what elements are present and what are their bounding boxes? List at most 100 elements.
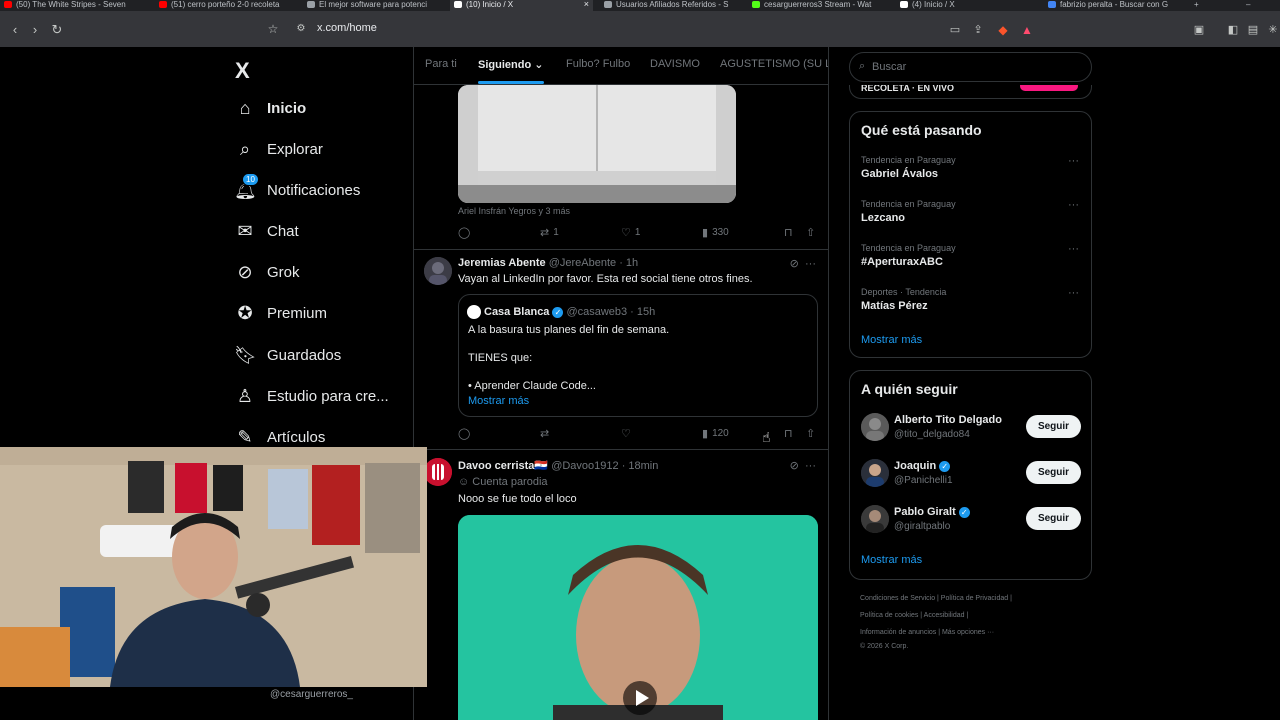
- play-button[interactable]: [623, 681, 657, 715]
- sidebar-icon[interactable]: ◧: [1226, 23, 1240, 37]
- share-icon[interactable]: ⇪: [971, 23, 985, 37]
- share-button[interactable]: ⇧: [806, 427, 815, 440]
- avatar[interactable]: [424, 257, 452, 285]
- nav-item-notificaciones[interactable]: 🔔︎ 10 Notificaciones: [234, 173, 360, 205]
- footer-links[interactable]: Información de anuncios | Más opciones ·…: [860, 629, 994, 636]
- follow-name[interactable]: Alberto Tito Delgado: [894, 414, 1002, 426]
- address-bar[interactable]: ☆ ⚙ x.com/home: [262, 15, 1262, 43]
- browser-tab[interactable]: (4) Inicio / X: [896, 0, 1036, 11]
- browser-tab[interactable]: (51) cerro porteño 2-0 recoleta: [155, 0, 295, 11]
- avatar[interactable]: [861, 459, 889, 487]
- follow-name[interactable]: Joaquin ✓: [894, 460, 951, 472]
- tab-list[interactable]: Fulbo? Fulbo: [566, 58, 630, 70]
- wallet-icon[interactable]: ▤: [1246, 23, 1260, 37]
- trends-show-more[interactable]: Mostrar más: [861, 334, 922, 346]
- follow-handle[interactable]: @Panichelli1: [894, 475, 953, 486]
- back-icon[interactable]: ‹: [8, 23, 22, 37]
- cast-icon[interactable]: ▭: [948, 23, 962, 37]
- extensions-icon[interactable]: ▣: [1192, 23, 1206, 37]
- nav-item-explorar[interactable]: ⌕ Explorar: [234, 134, 323, 164]
- nav-item-guardados[interactable]: 🔖︎ Guardados: [234, 340, 341, 370]
- grok-icon[interactable]: ⊘: [790, 258, 799, 270]
- search-input[interactable]: [872, 59, 1072, 75]
- bookmark-star-icon[interactable]: ☆: [266, 22, 280, 36]
- browser-tab[interactable]: cesarguerreros3 Stream - Wat: [748, 0, 888, 11]
- tab-list[interactable]: DAVISMO: [650, 58, 700, 70]
- follow-name[interactable]: Pablo Giralt ✓: [894, 506, 970, 518]
- author-name[interactable]: Jeremias Abente: [458, 257, 546, 269]
- brave-shield-icon[interactable]: ◆: [996, 23, 1010, 37]
- tweet-image[interactable]: [458, 85, 736, 203]
- show-more-link[interactable]: Mostrar más: [468, 395, 529, 407]
- tweet-time[interactable]: · 18min: [622, 460, 659, 472]
- search-box[interactable]: ⌕: [849, 52, 1092, 82]
- nav-item-grok[interactable]: ⊘ Grok: [234, 257, 299, 287]
- trend-name[interactable]: Gabriel Ávalos: [861, 168, 938, 180]
- tab-siguiendo[interactable]: Siguiendo ⌄: [478, 58, 543, 71]
- more-icon[interactable]: ···: [805, 258, 816, 270]
- more-icon[interactable]: ···: [1068, 243, 1079, 255]
- browser-tab-active[interactable]: (10) Inicio / X ×: [450, 0, 593, 11]
- reload-icon[interactable]: ↻: [50, 23, 64, 37]
- follow-handle[interactable]: @giraltpablo: [894, 521, 950, 532]
- follow-handle[interactable]: @tito_delgado84: [894, 429, 970, 440]
- author-name[interactable]: Davoo cerrista🇵🇾: [458, 460, 548, 472]
- tweet-video[interactable]: [458, 515, 818, 720]
- author-handle[interactable]: @JereAbente: [549, 257, 616, 269]
- like-button[interactable]: ♡ 1: [621, 226, 640, 239]
- live-event-card[interactable]: RECOLETA · EN VIVO: [849, 85, 1092, 99]
- close-tab-icon[interactable]: ×: [584, 0, 589, 9]
- author-handle[interactable]: @Davoo1912: [551, 460, 618, 472]
- minimize-button[interactable]: –: [1244, 0, 1258, 11]
- grok-icon[interactable]: ⊘: [790, 460, 799, 472]
- footer-links[interactable]: Condiciones de Servicio | Política de Pr…: [860, 595, 1012, 602]
- like-button[interactable]: ♡: [621, 427, 631, 440]
- follow-show-more[interactable]: Mostrar más: [861, 554, 922, 566]
- footer-links[interactable]: Política de cookies | Accesibilidad |: [860, 612, 968, 619]
- retweet-button[interactable]: ⇄ 1: [540, 226, 559, 239]
- retweet-icon: ⇄: [540, 227, 550, 239]
- forward-icon[interactable]: ›: [28, 23, 42, 37]
- new-tab-button[interactable]: +: [1190, 0, 1210, 11]
- nav-item-estudio[interactable]: ♙ Estudio para cre...: [234, 381, 389, 411]
- tab-para-ti[interactable]: Para ti: [425, 58, 457, 70]
- more-icon[interactable]: ···: [1068, 199, 1079, 211]
- nav-item-inicio[interactable]: ⌂ Inicio: [234, 93, 307, 123]
- nav-item-chat[interactable]: ✉ Chat: [234, 216, 298, 246]
- leo-icon[interactable]: ✳: [1266, 23, 1280, 37]
- tagged-users[interactable]: Ariel Insfrán Yegros y 3 más: [458, 206, 570, 216]
- brave-rewards-icon[interactable]: ▲: [1020, 23, 1034, 37]
- trend-name[interactable]: Lezcano: [861, 212, 905, 224]
- more-icon[interactable]: ···: [1068, 155, 1079, 167]
- reply-button[interactable]: ◯: [458, 226, 470, 239]
- bookmark-button[interactable]: ⊓: [784, 427, 793, 440]
- views-button[interactable]: ▮ 120: [702, 427, 729, 440]
- avatar[interactable]: [861, 413, 889, 441]
- site-info-icon[interactable]: ⚙: [294, 22, 308, 36]
- streamer-handle: @cesarguerreros_: [270, 689, 353, 700]
- more-icon[interactable]: ···: [1068, 287, 1079, 299]
- follow-button[interactable]: Seguir: [1026, 461, 1081, 484]
- views-button[interactable]: ▮ 330: [702, 226, 729, 239]
- nav-item-premium[interactable]: ✪ Premium: [234, 298, 327, 328]
- x-logo[interactable]: X: [235, 58, 250, 84]
- trend-name[interactable]: Matías Pérez: [861, 300, 928, 312]
- reply-button[interactable]: ◯: [458, 427, 470, 440]
- browser-tab[interactable]: Usuarios Afiliados Referidos - S: [600, 0, 740, 11]
- browser-tab[interactable]: fabrizio peralta - Buscar con G: [1044, 0, 1184, 11]
- avatar[interactable]: [424, 458, 452, 486]
- browser-tab[interactable]: El mejor software para potenci: [303, 0, 443, 11]
- follow-button[interactable]: Seguir: [1026, 507, 1081, 530]
- avatar[interactable]: [861, 505, 889, 533]
- quoted-tweet[interactable]: Casa Blanca ✓ @casaweb3 · 15h A la basur…: [458, 294, 818, 417]
- more-icon[interactable]: ···: [805, 460, 816, 472]
- bookmark-button[interactable]: ⊓: [784, 226, 793, 239]
- share-button[interactable]: ⇧: [806, 226, 815, 239]
- url-text[interactable]: x.com/home: [317, 22, 377, 34]
- follow-button[interactable]: Seguir: [1026, 415, 1081, 438]
- trend-name[interactable]: #AperturaxABC: [861, 256, 943, 268]
- browser-tab[interactable]: (50) The White Stripes - Seven: [0, 0, 150, 11]
- retweet-button[interactable]: ⇄: [540, 427, 549, 440]
- tweet-time[interactable]: · 1h: [619, 257, 638, 269]
- tab-list[interactable]: AGUSTETISMO (SU LID: [720, 58, 828, 70]
